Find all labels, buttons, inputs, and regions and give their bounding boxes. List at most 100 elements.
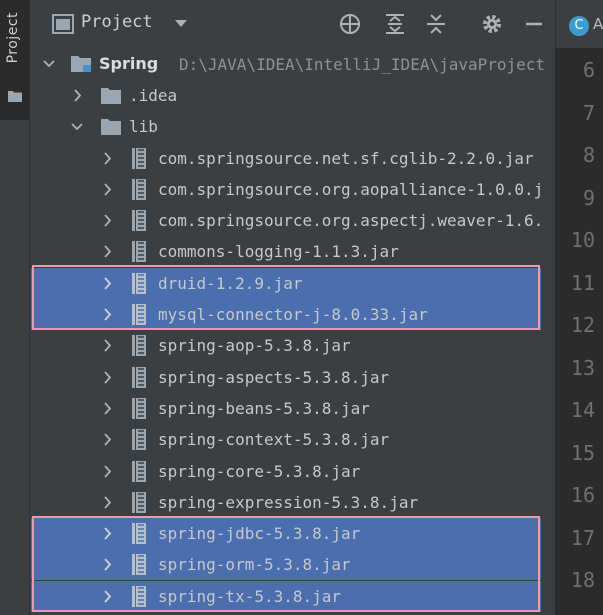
line-number: 15 bbox=[570, 441, 595, 465]
jar-label: spring-tx-5.3.8.jar bbox=[158, 587, 342, 606]
line-number: 10 bbox=[570, 228, 595, 252]
tree-folder-idea[interactable]: .idea bbox=[31, 80, 541, 111]
jar-library-icon bbox=[132, 335, 146, 356]
tree-jar-item[interactable]: com.springsource.net.sf.cglib-2.2.0.jar bbox=[31, 143, 541, 174]
line-number: 13 bbox=[570, 356, 595, 380]
chevron-right-icon[interactable] bbox=[101, 590, 113, 603]
tree-jar-item[interactable]: spring-core-5.3.8.jar bbox=[31, 456, 541, 487]
chevron-right-icon[interactable] bbox=[101, 433, 113, 446]
chevron-right-icon[interactable] bbox=[101, 308, 113, 321]
jar-label: spring-expression-5.3.8.jar bbox=[158, 493, 419, 512]
jar-label: druid-1.2.9.jar bbox=[158, 274, 303, 293]
jar-label: com.springsource.net.sf.cglib-2.2.0.jar bbox=[158, 149, 534, 168]
expand-all-icon[interactable] bbox=[383, 12, 407, 36]
chevron-down-icon[interactable] bbox=[71, 120, 83, 133]
tree-jar-item[interactable]: spring-tx-5.3.8.jar bbox=[31, 581, 541, 612]
collapse-all-icon[interactable] bbox=[424, 12, 448, 36]
folder-label: .idea bbox=[129, 86, 178, 105]
project-tool-tab-label: Project bbox=[5, 12, 21, 64]
tool-window-strip: Project bbox=[0, 0, 30, 615]
jar-label: spring-orm-5.3.8.jar bbox=[158, 555, 351, 574]
folder-icon bbox=[101, 88, 121, 104]
chevron-right-icon[interactable] bbox=[101, 339, 113, 352]
jar-label: com.springsource.org.aopalliance-1.0.0.j bbox=[158, 180, 544, 199]
jar-label: spring-jdbc-5.3.8.jar bbox=[158, 524, 361, 543]
jar-label: spring-aspects-5.3.8.jar bbox=[158, 368, 390, 387]
tree-jar-item[interactable]: mysql-connector-j-8.0.33.jar bbox=[31, 299, 541, 330]
tree-jar-item[interactable]: com.springsource.org.aspectj.weaver-1.6. bbox=[31, 205, 544, 236]
editor-tab-label[interactable]: A bbox=[593, 15, 603, 33]
jar-library-icon bbox=[132, 554, 146, 575]
jar-library-icon bbox=[132, 586, 146, 607]
hide-icon[interactable] bbox=[522, 12, 546, 36]
tree-jar-item[interactable]: spring-expression-5.3.8.jar bbox=[31, 487, 541, 518]
chevron-right-icon[interactable] bbox=[101, 496, 113, 509]
gear-icon[interactable] bbox=[480, 12, 504, 36]
jar-label: mysql-connector-j-8.0.33.jar bbox=[158, 305, 428, 324]
chevron-down-icon[interactable] bbox=[174, 19, 188, 29]
chevron-right-icon[interactable] bbox=[101, 558, 113, 571]
jar-library-icon bbox=[132, 367, 146, 388]
line-number: 6 bbox=[582, 58, 595, 82]
jar-library-icon bbox=[132, 492, 146, 513]
line-number: 14 bbox=[570, 398, 595, 422]
line-number: 12 bbox=[570, 313, 595, 337]
chevron-right-icon[interactable] bbox=[71, 89, 83, 102]
chevron-right-icon[interactable] bbox=[101, 371, 113, 384]
line-number: 16 bbox=[570, 483, 595, 507]
editor-area: C A 6 7 8 9 10 11 12 13 14 15 16 17 18 bbox=[555, 0, 603, 615]
jar-library-icon bbox=[132, 523, 146, 544]
chevron-right-icon[interactable] bbox=[101, 527, 113, 540]
tree-jar-item[interactable]: commons-logging-1.1.3.jar bbox=[31, 236, 541, 267]
tree-jar-item[interactable]: spring-orm-5.3.8.jar bbox=[31, 549, 541, 580]
tree-jar-item[interactable]: spring-aspects-5.3.8.jar bbox=[31, 362, 541, 393]
root-module-name: Spring bbox=[99, 54, 159, 73]
root-module-path: D:\JAVA\IDEA\IntelliJ_IDEA\javaProject bbox=[179, 55, 546, 74]
jar-library-icon bbox=[132, 179, 146, 200]
jar-label: com.springsource.org.aspectj.weaver-1.6. bbox=[158, 211, 544, 230]
chevron-right-icon[interactable] bbox=[101, 402, 113, 415]
tree-jar-item[interactable]: spring-context-5.3.8.jar bbox=[31, 424, 541, 455]
tree-root-spring[interactable]: Spring D:\JAVA\IDEA\IntelliJ_IDEA\javaPr… bbox=[31, 48, 545, 79]
project-tool-tab[interactable]: Project bbox=[0, 0, 30, 120]
tree-jar-item[interactable]: spring-jdbc-5.3.8.jar bbox=[31, 518, 541, 549]
chevron-right-icon[interactable] bbox=[101, 245, 113, 258]
module-folder-icon bbox=[71, 56, 91, 72]
line-number: 18 bbox=[570, 568, 595, 592]
jar-label: spring-core-5.3.8.jar bbox=[158, 462, 361, 481]
class-file-icon[interactable]: C bbox=[569, 16, 589, 36]
tree-folder-lib[interactable]: lib bbox=[31, 111, 541, 142]
project-panel-header: Project bbox=[31, 0, 555, 48]
jar-library-icon bbox=[132, 304, 146, 325]
chevron-right-icon[interactable] bbox=[101, 152, 113, 165]
tree-jar-item[interactable]: druid-1.2.9.jar bbox=[31, 268, 541, 299]
locate-icon[interactable] bbox=[338, 12, 362, 36]
chevron-right-icon[interactable] bbox=[101, 465, 113, 478]
jar-library-icon bbox=[132, 429, 146, 450]
line-number: 7 bbox=[582, 101, 595, 125]
folder-icon bbox=[101, 119, 121, 135]
project-view-title[interactable]: Project bbox=[81, 12, 153, 32]
jar-library-icon bbox=[132, 398, 146, 419]
jar-label: commons-logging-1.1.3.jar bbox=[158, 242, 399, 261]
jar-library-icon bbox=[132, 273, 146, 294]
folder-icon bbox=[8, 91, 22, 102]
jar-library-icon bbox=[132, 148, 146, 169]
chevron-right-icon[interactable] bbox=[101, 214, 113, 227]
jar-library-icon bbox=[132, 461, 146, 482]
folder-label: lib bbox=[129, 117, 158, 136]
project-panel: Project Spring D:\JAVA\IDEA\IntelliJ_IDE… bbox=[31, 0, 586, 615]
chevron-right-icon[interactable] bbox=[101, 277, 113, 290]
line-number: 11 bbox=[570, 271, 595, 295]
jar-library-icon bbox=[132, 210, 146, 231]
jar-label: spring-aop-5.3.8.jar bbox=[158, 336, 351, 355]
tree-jar-item[interactable]: com.springsource.org.aopalliance-1.0.0.j bbox=[31, 174, 544, 205]
tree-jar-item[interactable]: spring-aop-5.3.8.jar bbox=[31, 330, 541, 361]
editor-tab-bar: C A bbox=[555, 0, 603, 48]
tree-jar-item[interactable]: spring-beans-5.3.8.jar bbox=[31, 393, 541, 424]
chevron-right-icon[interactable] bbox=[101, 183, 113, 196]
line-number: 8 bbox=[582, 143, 595, 167]
chevron-down-icon[interactable] bbox=[43, 57, 55, 70]
jar-label: spring-context-5.3.8.jar bbox=[158, 430, 390, 449]
line-number: 9 bbox=[582, 186, 595, 210]
